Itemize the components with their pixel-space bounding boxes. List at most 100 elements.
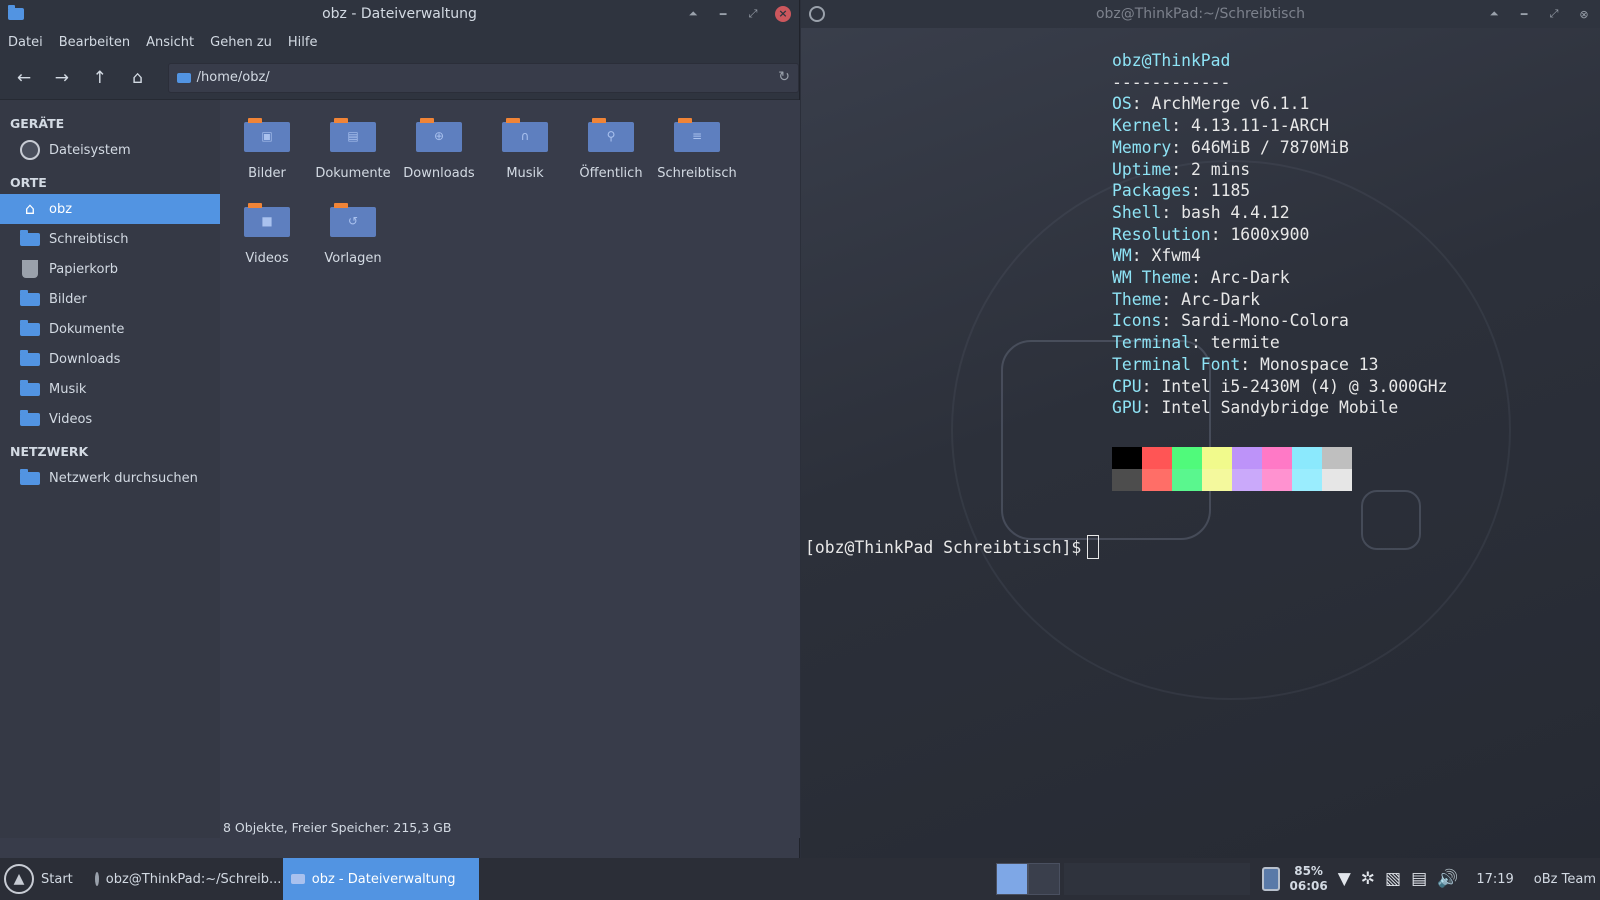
folder-app-icon — [8, 5, 24, 20]
sidebar-item-obz[interactable]: ⌂ obz — [0, 194, 220, 224]
menu-ansicht[interactable]: Ansicht — [146, 35, 194, 50]
neofetch-line: Memory: 646MiB / 7870MiB — [1112, 137, 1448, 159]
file-item-musik[interactable]: ∩ Musik — [482, 118, 568, 181]
maximize-icon[interactable]: ⤢ — [745, 7, 761, 21]
task-file-manager[interactable]: obz - Dateiverwaltung — [282, 858, 479, 900]
volume-icon[interactable]: 🔊 — [1437, 869, 1458, 889]
settings-icon[interactable]: ✲ — [1361, 869, 1375, 889]
neofetch-line: Terminal Font: Monospace 13 — [1112, 354, 1448, 376]
start-button[interactable]: ▲ Start — [0, 858, 87, 900]
location-bar[interactable]: /home/obz/ ↻ — [167, 62, 800, 93]
neofetch-colon: : — [1161, 311, 1182, 331]
workspace-2[interactable] — [1028, 863, 1060, 895]
color-swatch — [1202, 469, 1232, 491]
menu-datei[interactable]: Datei — [8, 35, 43, 50]
sidebar-item-videos[interactable]: Videos — [0, 404, 220, 434]
file-item-bilder[interactable]: ▣ Bilder — [224, 118, 310, 181]
maximize-icon[interactable]: ⤢ — [1546, 7, 1562, 21]
color-swatch — [1292, 469, 1322, 491]
text-cursor — [1087, 535, 1100, 559]
menu-hilfe[interactable]: Hilfe — [288, 35, 318, 50]
back-icon[interactable]: ← — [12, 66, 36, 90]
sidebar-item-network[interactable]: Netzwerk durchsuchen — [0, 463, 220, 493]
file-item-schreibtisch[interactable]: ≡ Schreibtisch — [654, 118, 740, 181]
sidebar-item-schreibtisch[interactable]: Schreibtisch — [0, 224, 220, 254]
shade-icon[interactable]: ⏶ — [1486, 7, 1502, 21]
wifi-icon[interactable]: ▼ — [1338, 869, 1351, 889]
color-swatch — [1112, 469, 1142, 491]
neofetch-colon: : — [1190, 181, 1211, 201]
sidebar-heading-places: ORTE — [10, 175, 47, 190]
harddisk-icon — [20, 140, 40, 160]
neofetch-colon: : — [1210, 224, 1231, 244]
close-icon[interactable]: ⊗ — [1576, 8, 1592, 21]
file-item-vorlagen[interactable]: ↺ Vorlagen — [310, 203, 396, 266]
neofetch-value: Xfwm4 — [1151, 246, 1201, 266]
color-swatch — [1232, 447, 1262, 469]
color-swatch — [1142, 447, 1172, 469]
neofetch-key: Terminal Font — [1112, 354, 1241, 374]
start-label: Start — [41, 871, 73, 887]
color-swatch — [1322, 447, 1352, 469]
sidebar-item-musik[interactable]: Musik — [0, 374, 220, 404]
neofetch-colon: : — [1171, 137, 1191, 157]
neofetch-colon: : — [1131, 94, 1152, 114]
neofetch-key: Icons — [1112, 311, 1162, 331]
terminal-window[interactable]: obz@ThinkPad:~/Schreibtisch ⏶ ━ ⤢ ⊗ obz@… — [801, 0, 1600, 858]
pictures-folder-icon: ▣ — [244, 118, 290, 152]
neofetch-key: Resolution — [1112, 224, 1211, 244]
music-folder-icon: ∩ — [502, 118, 548, 152]
color-swatch — [1232, 469, 1262, 491]
terminal-app-icon — [809, 6, 825, 22]
neofetch-value: ArchMerge v6.1.1 — [1151, 94, 1310, 114]
task-terminal[interactable]: obz@ThinkPad:~/Schreib... — [87, 858, 283, 900]
reload-icon[interactable]: ↻ — [778, 69, 790, 85]
file-item-videos[interactable]: ■ Videos — [224, 203, 310, 266]
clock[interactable]: 17:19 — [1476, 872, 1513, 887]
neofetch-line: Theme: Arc-Dark — [1112, 289, 1448, 311]
home-icon[interactable]: ⌂ — [126, 66, 150, 90]
task-label: obz - Dateiverwaltung — [311, 871, 456, 887]
forward-icon[interactable]: → — [50, 66, 74, 90]
file-manager-titlebar[interactable]: obz - Dateiverwaltung ⏶ ━ ⤢ × — [0, 0, 799, 28]
battery-indicator[interactable]: 85% 06:06 — [1261, 864, 1328, 894]
user-name[interactable]: oBz Team — [1534, 872, 1596, 887]
workspace-1[interactable] — [996, 863, 1028, 895]
minimize-icon[interactable]: ━ — [715, 8, 731, 21]
up-icon[interactable]: ↑ — [88, 66, 112, 90]
sidebar-item-papierkorb[interactable]: Papierkorb — [0, 254, 220, 284]
sidebar-item-bilder[interactable]: Bilder — [0, 284, 220, 314]
file-item-oeffentlich[interactable]: ⚲ Öffentlich — [568, 118, 654, 181]
screenshot-icon[interactable]: ▧ — [1385, 869, 1401, 889]
clipboard-icon[interactable]: ▤ — [1411, 869, 1427, 889]
minimize-icon[interactable]: ━ — [1516, 8, 1532, 21]
task-label: obz@ThinkPad:~/Schreib... — [105, 871, 282, 887]
neofetch-line: CPU: Intel i5-2430M (4) @ 3.000GHz — [1112, 376, 1448, 398]
pictures-folder-icon — [20, 289, 40, 306]
file-item-dokumente[interactable]: ▤ Dokumente — [310, 118, 396, 181]
menu-bearbeiten[interactable]: Bearbeiten — [59, 35, 130, 50]
close-icon[interactable]: × — [775, 6, 791, 22]
shell-prompt[interactable]: [obz@ThinkPad Schreibtisch]$ — [805, 535, 1100, 559]
neofetch-line: OS: ArchMerge v6.1.1 — [1112, 93, 1448, 115]
neofetch-line: Kernel: 4.13.11-1-ARCH — [1112, 115, 1448, 137]
videos-folder-icon — [20, 409, 40, 426]
downloads-folder-icon — [20, 349, 40, 366]
neofetch-key: Theme — [1112, 289, 1162, 309]
sidebar-item-dokumente[interactable]: Dokumente — [0, 314, 220, 344]
sidebar-item-dateisystem[interactable]: Dateisystem — [0, 135, 220, 165]
sidebar-item-label: Bilder — [49, 291, 87, 307]
neofetch-colon: : — [1171, 159, 1191, 179]
file-item-downloads[interactable]: ⊕ Downloads — [396, 118, 482, 181]
neofetch-key: WM — [1112, 246, 1132, 266]
neofetch-value: 4.13.11-1-ARCH — [1190, 116, 1330, 136]
sidebar-item-downloads[interactable]: Downloads — [0, 344, 220, 374]
shade-icon[interactable]: ⏶ — [685, 7, 701, 21]
taskbar: ▲ Start obz@ThinkPad:~/Schreib... obz - … — [0, 858, 1600, 900]
sidebar-item-label: Videos — [49, 411, 93, 427]
arch-logo-icon: ▲ — [4, 864, 34, 894]
neofetch-value: 1600x900 — [1230, 224, 1310, 244]
terminal-titlebar[interactable]: obz@ThinkPad:~/Schreibtisch ⏶ ━ ⤢ ⊗ — [801, 0, 1600, 28]
menu-gehen-zu[interactable]: Gehen zu — [210, 35, 272, 50]
color-swatch — [1262, 469, 1292, 491]
